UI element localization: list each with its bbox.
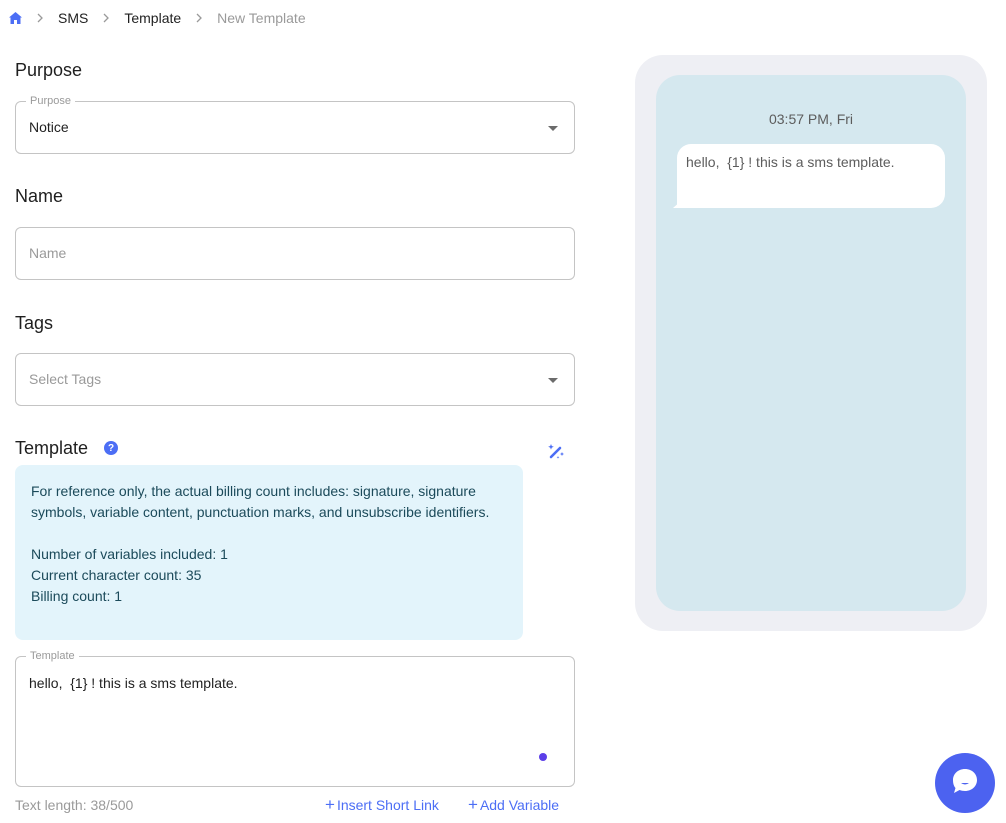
name-placeholder: Name — [29, 245, 67, 261]
purpose-value: Notice — [29, 119, 69, 135]
status-dot-icon — [539, 753, 547, 761]
caret-down-icon — [548, 126, 558, 131]
template-legend: Template — [26, 650, 79, 662]
tags-select[interactable]: Select Tags — [15, 353, 575, 406]
chevron-right-icon — [102, 13, 110, 23]
variables-count: Number of variables included: 1 — [31, 546, 228, 562]
insert-short-link-label: Insert Short Link — [336, 797, 439, 813]
message-bubble: hello, {1} ! this is a sms template. — [677, 144, 945, 208]
caret-down-icon — [548, 378, 558, 383]
question-circle-icon[interactable]: ? — [104, 441, 118, 455]
template-value: hello, {1} ! this is a sms template. — [29, 675, 238, 691]
name-section-title: Name — [15, 186, 64, 206]
magic-wand-icon[interactable] — [547, 442, 566, 461]
home-icon[interactable] — [8, 11, 22, 25]
add-variable-button[interactable]: + Add Variable — [468, 795, 560, 814]
breadcrumb-new-template: New Template — [217, 10, 306, 26]
plus-icon: + — [325, 795, 335, 814]
insert-short-link-button[interactable]: + Insert Short Link — [325, 795, 439, 814]
chevron-right-icon — [195, 13, 203, 23]
chat-support-button[interactable] — [935, 753, 995, 813]
chat-bubble-icon — [950, 766, 980, 801]
billing-count: Billing count: 1 — [31, 588, 123, 604]
character-count: Current character count: 35 — [31, 567, 202, 583]
phone-preview: 03:57 PM, Fri hello, {1} ! this is a sms… — [635, 55, 987, 631]
breadcrumb: SMS Template New Template — [8, 8, 320, 28]
chevron-right-icon — [36, 13, 44, 23]
text-length: Text length: 38/500 — [15, 797, 134, 813]
add-variable-label: Add Variable — [479, 797, 560, 813]
message-text: hello, {1} ! this is a sms template. — [686, 154, 895, 170]
template-textarea[interactable]: Template hello, {1} ! this is a sms temp… — [15, 650, 575, 787]
breadcrumb-template[interactable]: Template — [124, 10, 181, 26]
phone-screen: 03:57 PM, Fri hello, {1} ! this is a sms… — [656, 75, 966, 611]
billing-info-box: For reference only, the actual billing c… — [15, 465, 523, 640]
billing-note: For reference only, the actual billing c… — [31, 483, 490, 520]
purpose-section-title: Purpose — [15, 60, 83, 80]
name-input[interactable]: Name — [15, 227, 575, 280]
purpose-legend: Purpose — [26, 95, 75, 107]
purpose-select[interactable]: Purpose Notice — [15, 95, 575, 154]
tags-section-title: Tags — [15, 313, 54, 333]
message-timestamp: 03:57 PM, Fri — [768, 111, 854, 127]
template-section-title: Template — [15, 438, 89, 458]
tags-placeholder: Select Tags — [29, 371, 102, 387]
plus-icon: + — [468, 795, 478, 814]
breadcrumb-sms[interactable]: SMS — [58, 10, 88, 26]
